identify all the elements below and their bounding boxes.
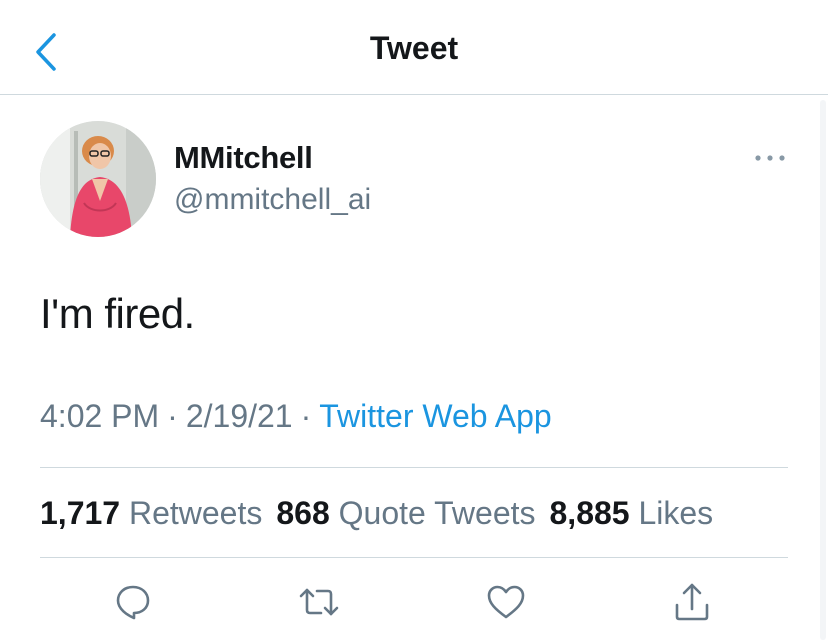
action-bar (0, 580, 828, 630)
scrollbar[interactable] (820, 100, 826, 640)
divider (40, 467, 788, 468)
avatar[interactable] (40, 121, 156, 237)
share-button[interactable] (670, 580, 714, 624)
page-title: Tweet (369, 30, 459, 66)
user-handle[interactable]: @mmitchell_ai (174, 183, 371, 217)
meta-separator: · (300, 398, 312, 434)
tweet-text: I'm fired. (40, 290, 195, 337)
heart-icon (487, 585, 525, 619)
likes-label: Likes (638, 495, 714, 531)
like-button[interactable] (484, 580, 528, 624)
quote-tweets-label: Quote Tweets (338, 495, 536, 531)
meta-separator: · (167, 398, 178, 434)
reply-button[interactable] (111, 580, 155, 624)
retweets-count: 1,717 (40, 495, 121, 531)
tweet-meta: 4:02 PM · 2/19/21 · Twitter Web App (40, 398, 552, 435)
tweet-date: 2/19/21 (185, 398, 293, 434)
likes-stat[interactable]: 8,885 Likes (550, 495, 714, 531)
reply-icon (116, 585, 150, 620)
tweet-detail-screen: Tweet MMitchell @mmitchell_ai I'm fired.… (0, 0, 828, 642)
retweet-icon (299, 588, 339, 616)
header-bar: Tweet (0, 0, 828, 95)
engagement-stats: 1,717 Retweets 868 Quote Tweets 8,885 Like… (40, 495, 713, 532)
avatar-photo (40, 121, 156, 237)
quote-tweets-count: 868 (276, 495, 330, 531)
more-options-button[interactable] (752, 146, 788, 170)
retweets-stat[interactable]: 1,717 Retweets (40, 495, 262, 531)
quote-tweets-stat[interactable]: 868 Quote Tweets (276, 495, 535, 531)
tweet-source-link[interactable]: Twitter Web App (319, 398, 551, 434)
retweet-button[interactable] (297, 580, 341, 624)
tweet-time: 4:02 PM (40, 398, 160, 434)
divider (40, 557, 788, 558)
more-horizontal-icon (755, 155, 785, 161)
likes-count: 8,885 (549, 495, 630, 531)
display-name[interactable]: MMitchell (174, 140, 313, 176)
retweets-label: Retweets (128, 495, 263, 531)
share-icon (675, 583, 709, 621)
